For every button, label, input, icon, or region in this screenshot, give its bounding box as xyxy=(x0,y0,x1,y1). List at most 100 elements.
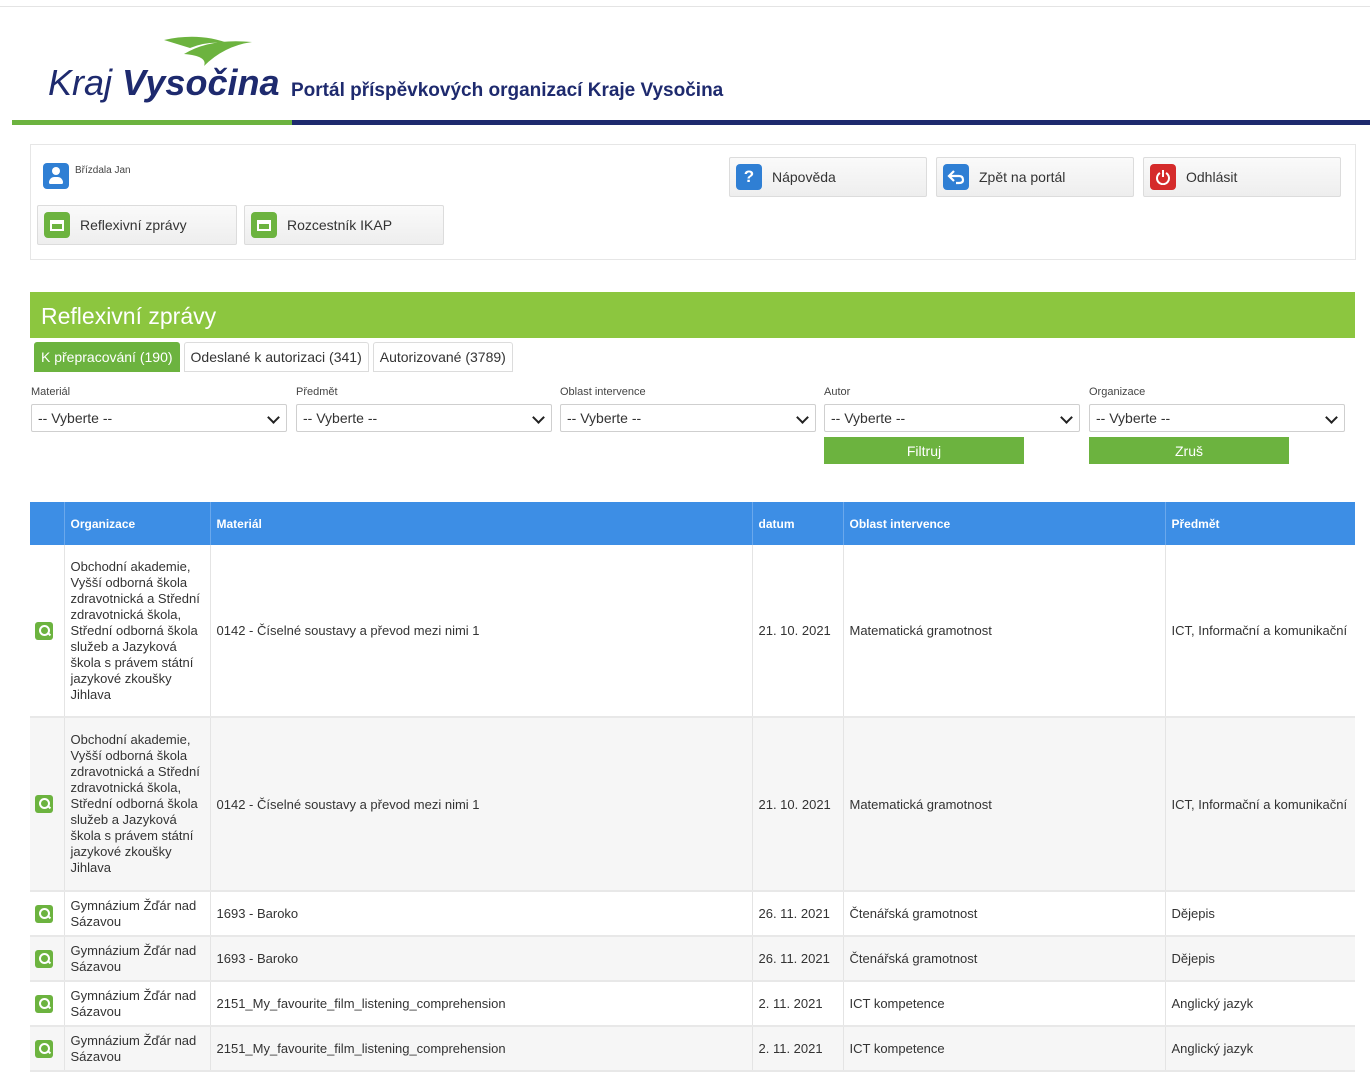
filter-area-select[interactable]: -- Vyberte -- xyxy=(560,404,816,432)
back-to-portal-label: Zpět na portál xyxy=(979,169,1066,185)
cell-material: 1693 - Baroko xyxy=(210,891,753,937)
cell-organization: Gymnázium Žďár nad Sázavou xyxy=(64,1026,211,1072)
current-user: Břízdala Jan xyxy=(43,163,131,189)
reflexive-reports-label: Reflexivní zprávy xyxy=(80,217,187,233)
filter-material-value: -- Vyberte -- xyxy=(38,410,113,426)
view-icon[interactable] xyxy=(35,949,53,968)
col-subject-header[interactable]: Předmět xyxy=(1165,502,1355,545)
filter-subject-value: -- Vyberte -- xyxy=(303,410,378,426)
ikap-directory-label: Rozcestník IKAP xyxy=(287,217,393,233)
table-row[interactable]: Gymnázium Žďár nad Sázavou 2151_My_favou… xyxy=(30,1026,1355,1072)
filter-area-label: Oblast intervence xyxy=(560,386,646,398)
section-header: Reflexivní zprávy xyxy=(30,292,1355,338)
col-actions-header xyxy=(30,502,65,545)
report-tabs: K přepracování (190) Odeslané k autoriza… xyxy=(34,342,513,372)
chevron-down-icon xyxy=(267,411,280,424)
row-action-cell xyxy=(30,981,65,1027)
tab-sent-for-authorization[interactable]: Odeslané k autorizaci (341) xyxy=(183,342,369,372)
toolbar-panel: Břízdala Jan ? Nápověda Zpět na portál O… xyxy=(30,144,1356,260)
table-row[interactable]: Obchodní akademie, Vyšší odborná škola z… xyxy=(30,545,1355,718)
back-to-portal-button[interactable]: Zpět na portál xyxy=(936,157,1134,197)
cell-area: Matematická gramotnost xyxy=(843,545,1166,718)
cell-area: Čtenářská gramotnost xyxy=(843,936,1166,982)
filter-material-select[interactable]: -- Vyberte -- xyxy=(31,404,287,432)
row-action-cell xyxy=(30,545,65,718)
cell-organization: Gymnázium Žďár nad Sázavou xyxy=(64,891,211,937)
reports-table: Organizace Materiál datum Oblast interve… xyxy=(30,502,1355,1072)
logo-word-kraj: Kraj xyxy=(48,62,113,103)
row-action-cell xyxy=(30,1026,65,1072)
cell-date: 21. 10. 2021 xyxy=(752,717,844,892)
section-title: Reflexivní zprávy xyxy=(41,303,217,329)
help-button-label: Nápověda xyxy=(772,169,836,185)
tab-to-rework[interactable]: K přepracování (190) xyxy=(34,342,180,372)
logo-wordmark: Kraj Vysočina xyxy=(48,62,279,104)
cell-organization: Obchodní akademie, Vyšší odborná škola z… xyxy=(64,717,211,892)
cell-date: 26. 11. 2021 xyxy=(752,936,844,982)
logout-button[interactable]: Odhlásit xyxy=(1143,157,1341,197)
chevron-down-icon xyxy=(532,411,545,424)
chevron-down-icon xyxy=(1060,411,1073,424)
tab-authorized[interactable]: Autorizované (3789) xyxy=(372,342,513,372)
col-area-header[interactable]: Oblast intervence xyxy=(843,502,1166,545)
logo-word-vysocina: Vysočina xyxy=(122,62,280,103)
filter-subject-label: Předmět xyxy=(296,386,338,398)
top-divider xyxy=(0,6,1370,7)
cell-date: 2. 11. 2021 xyxy=(752,981,844,1027)
cell-organization: Gymnázium Žďár nad Sázavou xyxy=(64,981,211,1027)
question-icon: ? xyxy=(736,164,762,190)
cell-date: 26. 11. 2021 xyxy=(752,891,844,937)
view-icon[interactable] xyxy=(35,621,53,640)
table-row[interactable]: Gymnázium Žďár nad Sázavou 1693 - Baroko… xyxy=(30,936,1355,982)
filter-button[interactable]: Filtruj xyxy=(824,437,1024,464)
filter-organization-value: -- Vyberte -- xyxy=(1096,410,1171,426)
cell-area: Čtenářská gramotnost xyxy=(843,891,1166,937)
cell-material: 0142 - Číselné soustavy a převod mezi ni… xyxy=(210,717,753,892)
row-action-cell xyxy=(30,717,65,892)
col-date-header[interactable]: datum xyxy=(752,502,844,545)
chevron-down-icon xyxy=(1325,411,1338,424)
table-header-row: Organizace Materiál datum Oblast interve… xyxy=(30,502,1355,545)
cell-subject: Anglický jazyk xyxy=(1165,981,1355,1027)
help-button[interactable]: ? Nápověda xyxy=(729,157,927,197)
cell-organization: Obchodní akademie, Vyšší odborná škola z… xyxy=(64,545,211,718)
cell-area: ICT kompetence xyxy=(843,1026,1166,1072)
view-icon[interactable] xyxy=(35,795,53,813)
cell-date: 2. 11. 2021 xyxy=(752,1026,844,1072)
filter-organization-select[interactable]: -- Vyberte -- xyxy=(1089,404,1345,432)
ikap-directory-button[interactable]: Rozcestník IKAP xyxy=(244,205,444,245)
table-row[interactable]: Gymnázium Žďár nad Sázavou 2151_My_favou… xyxy=(30,981,1355,1027)
chevron-down-icon xyxy=(796,411,809,424)
kraj-vysocina-logo[interactable]: Kraj Vysočina xyxy=(48,34,279,104)
filter-organization-label: Organizace xyxy=(1089,386,1146,398)
cancel-filter-button[interactable]: Zruš xyxy=(1089,437,1289,464)
filter-subject-select[interactable]: -- Vyberte -- xyxy=(296,404,552,432)
cell-subject: Anglický jazyk xyxy=(1165,1026,1355,1072)
back-arrow-icon xyxy=(943,164,969,190)
portal-title: Portál příspěvkových organizací Kraje Vy… xyxy=(291,80,724,101)
cell-material: 0142 - Číselné soustavy a převod mezi ni… xyxy=(210,545,753,718)
cell-subject: ICT, Informační a komunikační xyxy=(1165,717,1355,892)
cell-area: ICT kompetence xyxy=(843,981,1166,1027)
filter-material-label: Materiál xyxy=(31,386,71,398)
view-icon[interactable] xyxy=(35,994,53,1013)
cell-subject: Dějepis xyxy=(1165,891,1355,937)
col-material-header[interactable]: Materiál xyxy=(210,502,753,545)
cell-material: 2151_My_favourite_film_listening_compreh… xyxy=(210,981,753,1027)
filter-author-value: -- Vyberte -- xyxy=(831,410,906,426)
filter-author-select[interactable]: -- Vyberte -- xyxy=(824,404,1080,432)
view-icon[interactable] xyxy=(35,904,53,923)
reflexive-reports-button[interactable]: Reflexivní zprávy xyxy=(37,205,237,245)
cell-subject: Dějepis xyxy=(1165,936,1355,982)
cell-organization: Gymnázium Žďár nad Sázavou xyxy=(64,936,211,982)
header-accent-blue xyxy=(292,120,1370,125)
table-row[interactable]: Obchodní akademie, Vyšší odborná škola z… xyxy=(30,717,1355,892)
row-action-cell xyxy=(30,891,65,937)
cell-subject: ICT, Informační a komunikační xyxy=(1165,545,1355,718)
logout-label: Odhlásit xyxy=(1186,169,1238,185)
window-icon xyxy=(251,212,277,238)
table-row[interactable]: Gymnázium Žďár nad Sázavou 1693 - Baroko… xyxy=(30,891,1355,937)
header-accent-green xyxy=(12,120,292,125)
filter-author-label: Autor xyxy=(824,386,851,398)
col-organization-header[interactable]: Organizace xyxy=(64,502,211,545)
